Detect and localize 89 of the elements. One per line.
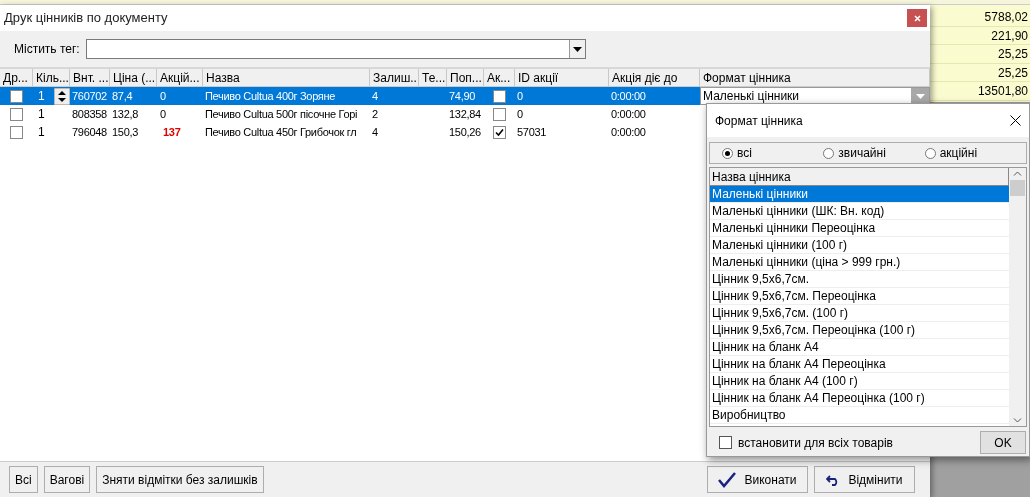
- table-cell-text: 1: [38, 88, 45, 105]
- table-cell-text: 0:00:00: [610, 89, 647, 104]
- table-cell-text: 137: [162, 125, 182, 140]
- close-button[interactable]: [907, 9, 927, 27]
- list-item[interactable]: Маленькі цінники Переоцінка: [710, 220, 1009, 237]
- table-cell-text: 57031: [516, 125, 548, 140]
- ok-button[interactable]: OK: [980, 431, 1026, 454]
- close-icon: [913, 14, 921, 22]
- spinner-icon[interactable]: [54, 87, 70, 105]
- table-cell-text: Печиво Cultua 400г Зоряне: [204, 89, 337, 104]
- checkbox[interactable]: [10, 89, 23, 103]
- checkbox[interactable]: [10, 107, 23, 121]
- table-cell-text: 1: [38, 106, 45, 123]
- table-cell-text: 0: [159, 107, 167, 122]
- list-item[interactable]: Цінник 9,5х6,7см. (100 г): [710, 305, 1009, 322]
- table-cell-text: 4: [371, 125, 379, 140]
- table-cell-text: 132,8: [111, 107, 140, 122]
- scrollbar[interactable]: [1009, 168, 1026, 426]
- table-cell-text: 1: [38, 124, 45, 141]
- toolbar-button[interactable]: Всі: [9, 466, 38, 493]
- scroll-down-icon[interactable]: [1013, 418, 1022, 423]
- table-cell-text: 0: [516, 89, 524, 104]
- scroll-up-icon[interactable]: [1013, 171, 1022, 176]
- value-cell: 25,25: [930, 63, 1030, 82]
- table-cell-text: 132,84: [448, 107, 482, 122]
- table-cell-text: 808358: [71, 107, 108, 122]
- checkbox[interactable]: [719, 436, 732, 449]
- checkbox-label: встановити для всіх товарів: [738, 434, 893, 452]
- column-header[interactable]: ID акції: [515, 69, 609, 86]
- column-header[interactable]: Внт. ...: [70, 69, 110, 86]
- list-item[interactable]: Цінник 9,5х6,7см. Переоцінка (100 г): [710, 322, 1009, 339]
- column-header[interactable]: Формат цінника: [700, 69, 930, 86]
- column-header[interactable]: Акція діє до: [609, 69, 700, 86]
- table-cell-text: 0: [516, 107, 524, 122]
- radio-option[interactable]: звичайні: [823, 144, 925, 162]
- list-item[interactable]: Цінник на бланк А4 Переоцінка: [710, 356, 1009, 373]
- list-item[interactable]: Маленькі цінники (ШК: Вн. код): [710, 203, 1009, 220]
- column-header[interactable]: Поп...: [447, 69, 484, 86]
- execute-button[interactable]: Виконати: [707, 466, 808, 493]
- column-header[interactable]: Назва: [203, 69, 370, 86]
- table-cell-text: 74,90: [448, 89, 477, 104]
- checkbox[interactable]: [493, 107, 506, 121]
- checkbox[interactable]: [493, 89, 506, 103]
- column-header[interactable]: Акцій...: [157, 69, 203, 86]
- table-cell-text: 796048: [71, 125, 108, 140]
- table-row[interactable]: 1 760702 87,4 0 Печиво Cultua 400г Зоряне 4 74,90 0 0:00:00 Маленькі цінники: [0, 87, 930, 105]
- list-item[interactable]: Цінник 9,5х6,7см. Переоцінка: [710, 288, 1009, 305]
- table-cell-text: 150,3: [111, 125, 140, 140]
- checkmark-icon: [718, 471, 737, 488]
- list-item[interactable]: Цінник на бланк А4 (100 г): [710, 373, 1009, 390]
- table-cell-text: 0: [159, 89, 167, 104]
- table-cell-text: 0:00:00: [610, 125, 647, 140]
- radio-option[interactable]: акційні: [924, 144, 1026, 162]
- cancel-button[interactable]: Відмінити: [814, 466, 915, 493]
- column-header[interactable]: Залиш...: [370, 69, 419, 86]
- toolbar-button[interactable]: Вагові: [43, 466, 91, 493]
- list-item[interactable]: Маленькі цінники (ціна > 999 грн.): [710, 254, 1009, 271]
- checkbox[interactable]: [493, 125, 506, 139]
- table-cell-text: 0:00:00: [610, 107, 647, 122]
- table-cell-text: Печиво Cultua 450г Грибочок гл: [204, 125, 358, 140]
- list-item[interactable]: Цінник на бланк А4 Переоцінка (100 г): [710, 390, 1009, 407]
- column-header[interactable]: Ціна (...: [110, 69, 157, 86]
- tag-combobox[interactable]: [85, 39, 586, 59]
- list-item[interactable]: Цінник на бланк А4: [710, 339, 1009, 356]
- list-item[interactable]: Виробництво: [710, 407, 1009, 424]
- list-item[interactable]: Цінник 9,5х6,7см.: [710, 271, 1009, 288]
- dropdown-arrow-icon: [915, 93, 925, 99]
- radio-option[interactable]: всі: [722, 144, 824, 162]
- column-header[interactable]: Ак...: [484, 69, 515, 86]
- list-header: Назва цінника: [710, 168, 1009, 186]
- window-title: Друк цінників по документу: [4, 9, 168, 28]
- close-icon[interactable]: [1010, 115, 1021, 126]
- dropdown-arrow-icon: [572, 46, 582, 52]
- table-cell-text: 2: [371, 107, 379, 122]
- dialog-title: Формат цінника: [715, 112, 803, 130]
- checkbox[interactable]: [10, 125, 23, 139]
- list-item[interactable]: Маленькі цінники (100 г): [710, 237, 1009, 254]
- column-header[interactable]: Др...: [0, 69, 33, 86]
- table-cell-text: 4: [371, 89, 379, 104]
- scrollbar-thumb[interactable]: [1010, 180, 1025, 196]
- table-cell-text: Печиво Cultua 500г пісочне Горі: [204, 107, 359, 122]
- table-cell-text: 150,26: [448, 125, 482, 140]
- field-label: Містить тег:: [14, 41, 80, 58]
- column-header[interactable]: Кіль...: [33, 69, 70, 86]
- column-header[interactable]: Те...: [419, 69, 447, 86]
- table-cell-text: 760702: [71, 89, 108, 104]
- toolbar-button[interactable]: Зняти відмітки без залишків: [96, 466, 264, 493]
- list-item[interactable]: Маленькі цінники: [710, 186, 1009, 203]
- table-cell-text: 87,4: [111, 89, 134, 104]
